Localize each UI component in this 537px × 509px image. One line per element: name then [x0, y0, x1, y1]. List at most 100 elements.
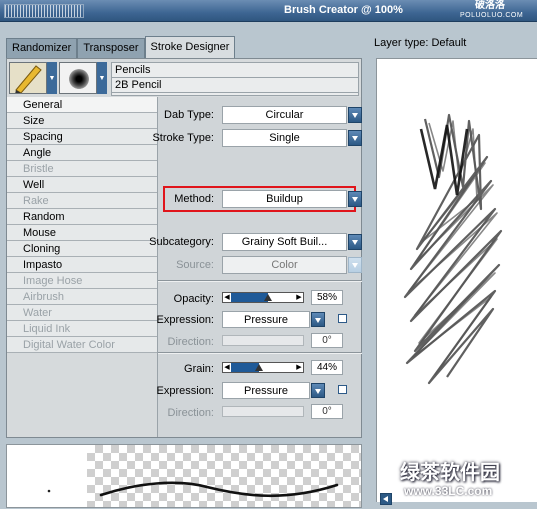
stroke-type-label: Stroke Type: — [152, 132, 214, 144]
dab-type-dropdown-arrow[interactable] — [348, 107, 362, 123]
category-airbrush: Airbrush — [7, 289, 157, 305]
category-bristle: Bristle — [7, 161, 157, 177]
opacity-direction-label: Direction: — [167, 336, 214, 348]
tab-transposer[interactable]: Transposer — [77, 38, 145, 58]
category-dropdown-arrow[interactable]: ▼ — [47, 62, 57, 94]
title-bar: Brush Creator @ 100% 破洛洛 POLUOLUO.COM — [0, 0, 537, 22]
opacity-slider[interactable]: ◀ ▶ — [222, 292, 304, 303]
source-dropdown-arrow — [348, 257, 362, 273]
opacity-slider-thumb[interactable] — [264, 294, 273, 301]
category-cloning[interactable]: Cloning — [7, 241, 157, 257]
general-controls: Dab Type: Circular Stroke Type: Single M… — [149, 97, 362, 437]
category-impasto[interactable]: Impasto — [7, 257, 157, 273]
brush-variant-name: 2B Pencil — [112, 78, 358, 93]
category-water: Water — [7, 305, 157, 321]
layer-type-label: Layer type: Default — [374, 37, 467, 49]
source-row: Source: Color — [158, 256, 362, 276]
grain-label: Grain: — [184, 363, 214, 375]
stroke-type-select[interactable]: Single — [222, 129, 347, 147]
category-mouse[interactable]: Mouse — [7, 225, 157, 241]
subcategory-dropdown-arrow[interactable] — [348, 234, 362, 250]
stroke-type-dropdown-arrow[interactable] — [348, 130, 362, 146]
grain-expression-label: Expression: — [156, 385, 214, 397]
watermark-top-url: POLUOLUO.COM — [460, 12, 524, 19]
separator-1 — [158, 280, 362, 282]
opacity-invert-checkbox[interactable] — [338, 314, 347, 323]
opacity-value[interactable]: 58% — [311, 290, 343, 305]
category-size[interactable]: Size — [7, 113, 157, 129]
method-label: Method: — [174, 193, 214, 205]
grain-slider[interactable]: ◀ ▶ — [222, 362, 304, 373]
opacity-direction-value: 0° — [311, 333, 343, 348]
stroke-type-row: Stroke Type: Single — [152, 129, 362, 149]
category-angle[interactable]: Angle — [7, 145, 157, 161]
brush-names: Pencils 2B Pencil — [111, 62, 359, 96]
source-label: Source: — [176, 259, 214, 271]
separator-2 — [158, 352, 362, 354]
grain-direction-value: 0° — [311, 404, 343, 419]
brush-category-button[interactable] — [9, 62, 47, 94]
opacity-expression-select[interactable]: Pressure — [222, 311, 310, 328]
dab-type-label: Dab Type: — [164, 109, 214, 121]
method-row: Method: Buildup — [158, 190, 362, 210]
opacity-direction-row: Direction: 0° — [158, 333, 358, 353]
subcategory-select[interactable]: Grainy Soft Buil... — [222, 233, 347, 251]
category-list: General Size Spacing Angle Bristle Well … — [7, 97, 157, 353]
scroll-left-button[interactable] — [380, 493, 392, 505]
opacity-slider-fill — [231, 293, 269, 302]
tab-strip: Randomizer Transposer Stroke Designer — [6, 36, 236, 58]
brush-variant-button[interactable] — [59, 62, 97, 94]
opacity-expression-row: Expression: Pressure — [156, 311, 358, 331]
opacity-slider-right-icon[interactable]: ▶ — [296, 293, 302, 302]
category-spacing[interactable]: Spacing — [7, 129, 157, 145]
grain-row: Grain: ◀ ▶ 44% — [158, 360, 358, 380]
watermark-bottom-url: www.33LC.com — [404, 484, 493, 498]
grain-expression-select[interactable]: Pressure — [222, 382, 310, 399]
opacity-label: Opacity: — [173, 293, 214, 305]
category-well[interactable]: Well — [7, 177, 157, 193]
method-dropdown-arrow[interactable] — [348, 191, 362, 207]
window-grip[interactable] — [4, 4, 84, 18]
category-image-hose: Image Hose — [7, 273, 157, 289]
opacity-slider-left-icon[interactable]: ◀ — [224, 293, 230, 302]
grain-expression-row: Expression: Pressure — [156, 382, 358, 402]
grain-invert-checkbox[interactable] — [338, 385, 347, 394]
stroke-sample — [47, 481, 339, 498]
subcategory-label: Subcategory: — [149, 236, 214, 248]
watermark-top-text: 破洛洛 — [475, 0, 505, 11]
dab-preview-icon — [69, 69, 89, 89]
grain-direction-slider — [222, 406, 304, 417]
method-select[interactable]: Buildup — [222, 190, 347, 208]
grain-slider-left-icon[interactable]: ◀ — [224, 363, 230, 372]
opacity-expression-label: Expression: — [156, 314, 214, 326]
category-digital-water-color: Digital Water Color — [7, 337, 157, 353]
tab-stroke-designer[interactable]: Stroke Designer — [144, 36, 236, 58]
tab-randomizer[interactable]: Randomizer — [6, 38, 78, 58]
brush-category-name: Pencils — [112, 63, 358, 78]
opacity-direction-slider — [222, 335, 304, 346]
dab-type-row: Dab Type: Circular — [158, 106, 362, 126]
category-random[interactable]: Random — [7, 209, 157, 225]
grain-slider-right-icon[interactable]: ▶ — [296, 363, 302, 372]
dab-preview-strip — [6, 444, 362, 508]
pencil-icon — [15, 65, 42, 94]
dab-type-select[interactable]: Circular — [222, 106, 347, 124]
variant-dropdown-arrow[interactable]: ▼ — [97, 62, 107, 94]
grain-value[interactable]: 44% — [311, 360, 343, 375]
opacity-expression-dropdown-arrow[interactable] — [311, 312, 325, 327]
subcategory-row: Subcategory: Grainy Soft Buil... — [149, 233, 362, 253]
category-general[interactable]: General — [7, 97, 157, 113]
watermark-bottom: 绿茶软件园 — [400, 462, 500, 484]
grain-slider-thumb[interactable] — [255, 364, 264, 371]
window-title: Brush Creator @ 100% — [284, 4, 403, 16]
stroke-preview-canvas[interactable] — [376, 58, 537, 502]
grain-expression-dropdown-arrow[interactable] — [311, 383, 325, 398]
category-rake: Rake — [7, 193, 157, 209]
watermark-top: 破洛洛 POLUOLUO.COM — [460, 0, 524, 21]
category-liquid-ink: Liquid Ink — [7, 321, 157, 337]
grain-direction-label: Direction: — [167, 407, 214, 419]
stroke-designer-panel: ▼ ▼ Pencils 2B Pencil General Size Spaci… — [6, 58, 362, 438]
brush-selector: ▼ ▼ Pencils 2B Pencil — [9, 62, 359, 96]
source-select: Color — [222, 256, 347, 274]
pencil-scribble-stroke — [403, 113, 503, 385]
